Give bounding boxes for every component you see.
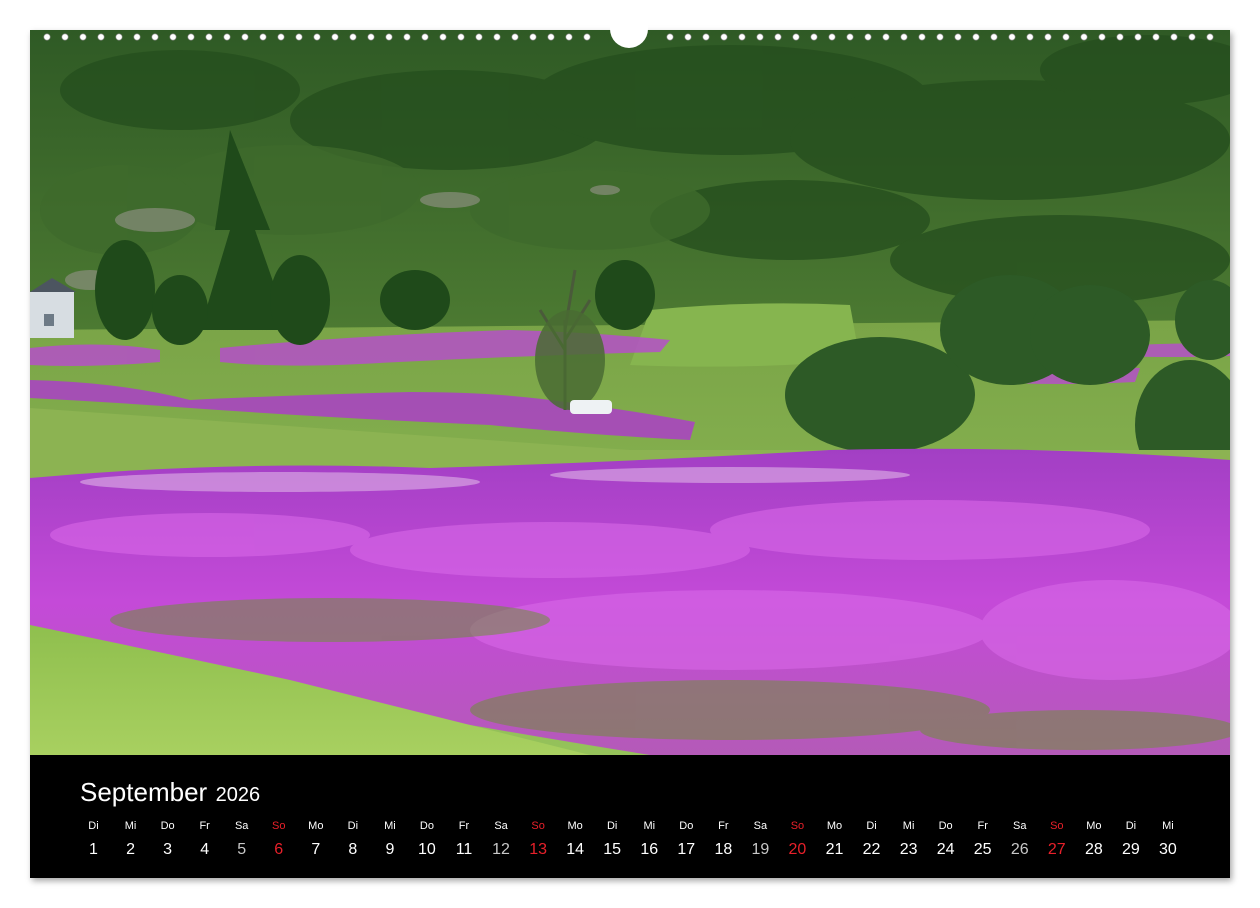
weekday-label: Di <box>1125 820 1137 832</box>
day-number: 16 <box>640 841 659 858</box>
weekday-label: Sa <box>234 820 249 832</box>
year-title: 2026 <box>215 784 261 806</box>
weekday-label: So <box>531 820 545 832</box>
day-number: 5 <box>237 841 247 858</box>
weekday-label: Mo <box>826 820 843 832</box>
weekday-label: Mi <box>902 820 915 832</box>
weekday-label: Fr <box>977 820 988 832</box>
day-number: 20 <box>788 841 807 858</box>
weekday-label: Di <box>347 820 359 832</box>
day-cell: So 6 <box>260 818 297 860</box>
day-cell: Mo 14 <box>557 818 594 860</box>
day-number: 28 <box>1084 841 1103 858</box>
day-cell: Di 22 <box>853 818 890 860</box>
day-cell: Mi 16 <box>631 818 668 860</box>
calendar-heading: September 2026 <box>80 777 260 808</box>
day-cell: Do 3 <box>149 818 186 860</box>
weekday-label: Mo <box>1086 820 1102 832</box>
day-cell: Mo 21 <box>816 818 853 860</box>
day-cell: Di 29 <box>1112 818 1149 860</box>
weekday-label: Mo <box>567 820 583 832</box>
day-cell: Do 17 <box>668 818 705 860</box>
weekday-label: Sa <box>753 820 768 832</box>
day-cell: Fr 18 <box>705 818 742 860</box>
weekday-label: Mi <box>124 820 137 832</box>
day-cell: Sa 5 <box>223 818 260 860</box>
day-number: 26 <box>1010 841 1029 858</box>
day-number: 29 <box>1121 841 1140 858</box>
weekday-label: Di <box>606 820 618 832</box>
day-number: 9 <box>385 841 395 858</box>
day-number: 2 <box>126 841 135 858</box>
day-cell: Di 15 <box>594 818 631 860</box>
day-number: 6 <box>274 841 284 858</box>
day-cell: Sa 26 <box>1001 818 1038 860</box>
day-cell: Do 10 <box>408 818 445 860</box>
calendar-page: September 2026 Di 1 Mi 2 Do 3 Fr 4 Sa 5 So 6 Mo 7 Di 8 M… <box>30 18 1230 878</box>
day-number: 11 <box>455 841 473 858</box>
day-number: 12 <box>492 841 510 858</box>
day-cell: So 13 <box>520 818 557 860</box>
day-cell: Mo 7 <box>297 818 334 860</box>
day-number: 22 <box>862 841 881 858</box>
day-cell: Sa 19 <box>742 818 779 860</box>
day-number: 27 <box>1047 841 1066 858</box>
day-number: 7 <box>311 841 321 858</box>
weekday-label: Di <box>866 820 877 832</box>
day-cell: So 20 <box>779 818 816 860</box>
day-number: 18 <box>714 841 733 858</box>
day-number: 23 <box>899 841 918 858</box>
weekday-label: Mi <box>384 820 396 832</box>
day-number: 10 <box>418 841 436 858</box>
day-cell: Mi 30 <box>1149 818 1186 860</box>
day-grid: Di 1 Mi 2 Do 3 Fr 4 Sa 5 So 6 Mo 7 Di 8 Mi 9 Do 10 Fr 11 Sa 12 S… <box>75 818 1205 868</box>
day-number: 30 <box>1159 841 1177 858</box>
day-cell: Sa 12 <box>483 818 520 860</box>
day-number: 19 <box>751 841 770 858</box>
month-title: September <box>80 777 208 807</box>
weekday-label: Do <box>938 820 953 832</box>
weekday-label: Do <box>679 820 694 832</box>
day-cell: Di 1 <box>75 818 112 860</box>
day-cell: Fr 4 <box>186 818 223 860</box>
weekday-label: Do <box>160 820 175 832</box>
weekday-label: Mi <box>643 820 656 832</box>
weekday-label: Di <box>88 820 99 832</box>
day-cell: Do 24 <box>927 818 964 860</box>
weekday-label: Sa <box>494 820 508 832</box>
day-number: 24 <box>936 841 955 858</box>
day-number: 3 <box>163 841 173 858</box>
weekday-label: Fr <box>458 820 470 832</box>
day-number: 25 <box>973 841 992 858</box>
day-cell: Di 8 <box>334 818 371 860</box>
weekday-label: Do <box>419 820 434 832</box>
weekday-label: So <box>272 820 286 832</box>
day-cell: Fr 11 <box>446 818 483 860</box>
day-cell: Mi 23 <box>890 818 927 860</box>
day-number: 14 <box>566 841 585 858</box>
calendar-strip: September 2026 Di 1 Mi 2 Do 3 Fr 4 Sa 5 So 6 Mo 7 Di 8 M… <box>30 755 1230 878</box>
day-cell: Mi 9 <box>371 818 408 860</box>
day-cell: So 27 <box>1038 818 1075 860</box>
day-number: 1 <box>89 841 98 858</box>
weekday-label: Fr <box>199 820 210 832</box>
day-number: 4 <box>200 841 210 858</box>
day-cell: Fr 25 <box>964 818 1001 860</box>
day-number: 17 <box>677 841 696 858</box>
day-number: 15 <box>603 841 622 858</box>
weekday-label: So <box>1050 820 1064 832</box>
weekday-label: So <box>790 820 805 832</box>
day-cell: Mo 28 <box>1075 818 1112 860</box>
day-number: 8 <box>348 841 358 858</box>
day-cell: Mi 2 <box>112 818 149 860</box>
weekday-label: Mo <box>308 820 324 832</box>
day-number: 13 <box>529 841 547 858</box>
weekday-label: Sa <box>1013 820 1027 832</box>
landscape-photo <box>30 30 1230 755</box>
weekday-label: Mi <box>1162 820 1174 832</box>
day-number: 21 <box>825 841 844 858</box>
weekday-label: Fr <box>718 820 729 832</box>
